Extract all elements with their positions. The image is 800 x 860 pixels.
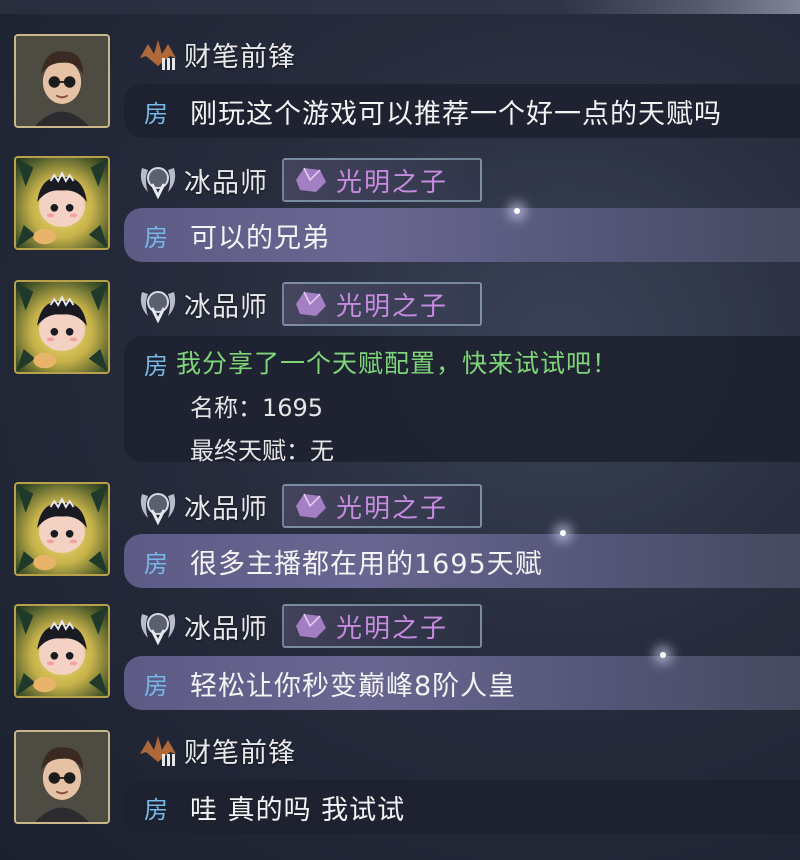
title-badge-text: 光明之子 [336,493,449,524]
silver-rank-v-icon [136,160,180,200]
sender-name[interactable]: 冰品师 [184,285,268,324]
title-badge[interactable]: 光明之子 [282,158,482,202]
message-text: 刚玩这个游戏可以推荐一个好一点的天赋吗 [190,99,722,130]
room-tag: 房 [144,100,168,128]
share-final-value: 无 [310,437,334,465]
title-badge-text: 光明之子 [336,167,449,198]
male-character-avatar[interactable] [14,730,110,824]
sender-name[interactable]: 冰品师 [184,607,268,646]
bronze-rank-icon [136,730,180,770]
message-bubble: 房 可以的兄弟 [124,208,800,262]
message-text: 可以的兄弟 [190,223,330,254]
share-name-label: 名称： [190,394,262,422]
sender-name[interactable]: 财笔前锋 [184,731,296,770]
room-tag: 房 [144,550,168,578]
room-tag: 房 [144,352,168,380]
crystal-gem-icon [296,291,326,316]
top-border-strip [0,0,800,14]
sparkle-decoration [660,652,666,658]
share-final-line: 最终天赋：无 [190,431,618,466]
sender-name[interactable]: 财笔前锋 [184,35,296,74]
title-badge-text: 光明之子 [336,291,449,322]
message-text: 哇 真的吗 我试试 [190,795,406,826]
message-text: 轻松让你秒变巅峰8阶人皇 [190,671,517,702]
message-bubble: 房 哇 真的吗 我试试 [124,780,800,834]
message-bubble: 房 刚玩这个游戏可以推荐一个好一点的天赋吗 [124,84,800,138]
silver-rank-v-icon [136,606,180,646]
crystal-gem-icon [296,493,326,518]
bronze-rank-icon [136,34,180,74]
title-badge[interactable]: 光明之子 [282,282,482,326]
share-final-label: 最终天赋： [190,437,310,465]
title-badge[interactable]: 光明之子 [282,484,482,528]
room-tag: 房 [144,672,168,700]
crystal-gem-icon [296,167,326,192]
female-character-avatar[interactable] [14,482,110,576]
shared-talent-card[interactable]: 房 我分享了一个天赋配置，快来试试吧！ 名称：1695 最终天赋：无 [124,336,800,465]
crystal-gem-icon [296,613,326,638]
sparkle-decoration [514,208,520,214]
sender-name[interactable]: 冰品师 [184,161,268,200]
message-bubble: 房 轻松让你秒变巅峰8阶人皇 [124,656,800,710]
message-bubble: 房 很多主播都在用的1695天赋 [124,534,800,588]
sparkle-decoration [560,530,566,536]
female-character-avatar[interactable] [14,280,110,374]
message-text: 很多主播都在用的1695天赋 [190,549,543,580]
female-character-avatar[interactable] [14,156,110,250]
title-badge[interactable]: 光明之子 [282,604,482,648]
room-tag: 房 [144,796,168,824]
share-name-value: 1695 [262,394,324,422]
title-badge-text: 光明之子 [336,613,449,644]
share-headline: 我分享了一个天赋配置，快来试试吧！ [176,349,619,378]
sender-name[interactable]: 冰品师 [184,487,268,526]
male-character-avatar[interactable] [14,34,110,128]
room-tag: 房 [144,224,168,252]
silver-rank-v-icon [136,486,180,526]
female-character-avatar[interactable] [14,604,110,698]
silver-rank-v-icon [136,284,180,324]
share-name-line: 名称：1695 [190,388,618,423]
